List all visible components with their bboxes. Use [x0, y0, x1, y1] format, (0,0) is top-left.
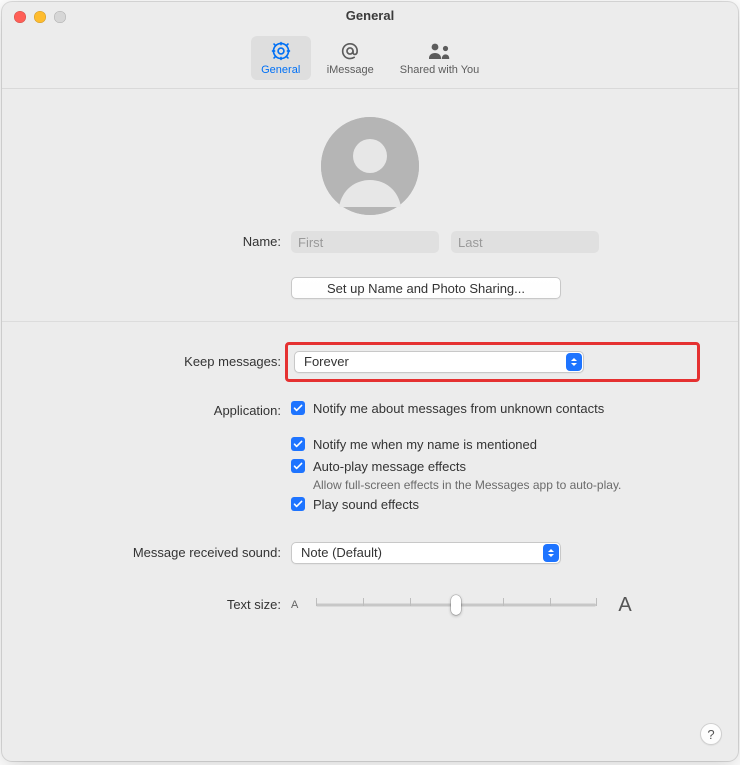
- help-button[interactable]: ?: [700, 723, 722, 745]
- tab-label: General: [261, 64, 300, 76]
- people-icon: [427, 40, 453, 62]
- play-sound-effects-checkbox[interactable]: Play sound effects: [291, 496, 694, 514]
- preferences-toolbar: General iMessage Shared with You: [2, 30, 738, 89]
- first-name-field[interactable]: [291, 231, 439, 253]
- help-glyph: ?: [707, 727, 714, 742]
- keep-messages-highlight: Forever: [285, 342, 700, 382]
- received-sound-value: Note (Default): [301, 543, 382, 563]
- checkbox-label: Play sound effects: [313, 496, 419, 514]
- keep-messages-value: Forever: [304, 352, 349, 372]
- tab-general[interactable]: General: [251, 36, 311, 80]
- text-size-max-glyph: A: [618, 594, 631, 617]
- checkbox-label: Notify me when my name is mentioned: [313, 436, 537, 454]
- tab-label: iMessage: [327, 64, 374, 76]
- text-size-slider[interactable]: [316, 592, 596, 618]
- text-size-min-glyph: A: [291, 599, 298, 611]
- checkbox-label: Notify me about messages from unknown co…: [313, 400, 604, 418]
- notify-unknown-checkbox[interactable]: Notify me about messages from unknown co…: [291, 400, 694, 418]
- checkmark-icon: [291, 459, 305, 473]
- autoplay-effects-subtext: Allow full-screen effects in the Message…: [313, 478, 694, 492]
- at-icon: [337, 40, 363, 62]
- autoplay-effects-checkbox[interactable]: Auto-play message effects: [291, 458, 694, 476]
- received-sound-label: Message received sound:: [46, 542, 291, 564]
- slider-knob[interactable]: [451, 595, 461, 615]
- tab-label: Shared with You: [400, 64, 480, 76]
- profile-avatar[interactable]: [321, 117, 419, 215]
- checkbox-label: Auto-play message effects: [313, 458, 466, 476]
- gear-icon: [268, 40, 294, 62]
- keep-messages-popup[interactable]: Forever: [294, 351, 584, 373]
- notify-mentioned-checkbox[interactable]: Notify me when my name is mentioned: [291, 436, 694, 454]
- application-label: Application:: [46, 400, 291, 422]
- preferences-window: General General iMessage: [2, 2, 738, 761]
- tab-imessage[interactable]: iMessage: [317, 36, 384, 80]
- window-controls: [14, 11, 66, 23]
- zoom-window-button[interactable]: [54, 11, 66, 23]
- received-sound-popup[interactable]: Note (Default): [291, 542, 561, 564]
- keep-messages-label: Keep messages:: [46, 351, 291, 373]
- popup-stepper-icon: [543, 544, 559, 562]
- general-pane: Name: Set up Name and Photo Sharing... K…: [2, 89, 738, 638]
- checkmark-icon: [291, 437, 305, 451]
- name-label: Name:: [46, 231, 291, 253]
- close-window-button[interactable]: [14, 11, 26, 23]
- titlebar: General: [2, 2, 738, 30]
- popup-stepper-icon: [566, 353, 582, 371]
- window-title: General: [2, 2, 738, 30]
- last-name-field[interactable]: [451, 231, 599, 253]
- setup-name-photo-sharing-button[interactable]: Set up Name and Photo Sharing...: [291, 277, 561, 299]
- minimize-window-button[interactable]: [34, 11, 46, 23]
- checkmark-icon: [291, 401, 305, 415]
- text-size-label: Text size:: [46, 594, 291, 616]
- checkmark-icon: [291, 497, 305, 511]
- tab-shared-with-you[interactable]: Shared with You: [390, 36, 490, 80]
- section-divider: [2, 321, 738, 322]
